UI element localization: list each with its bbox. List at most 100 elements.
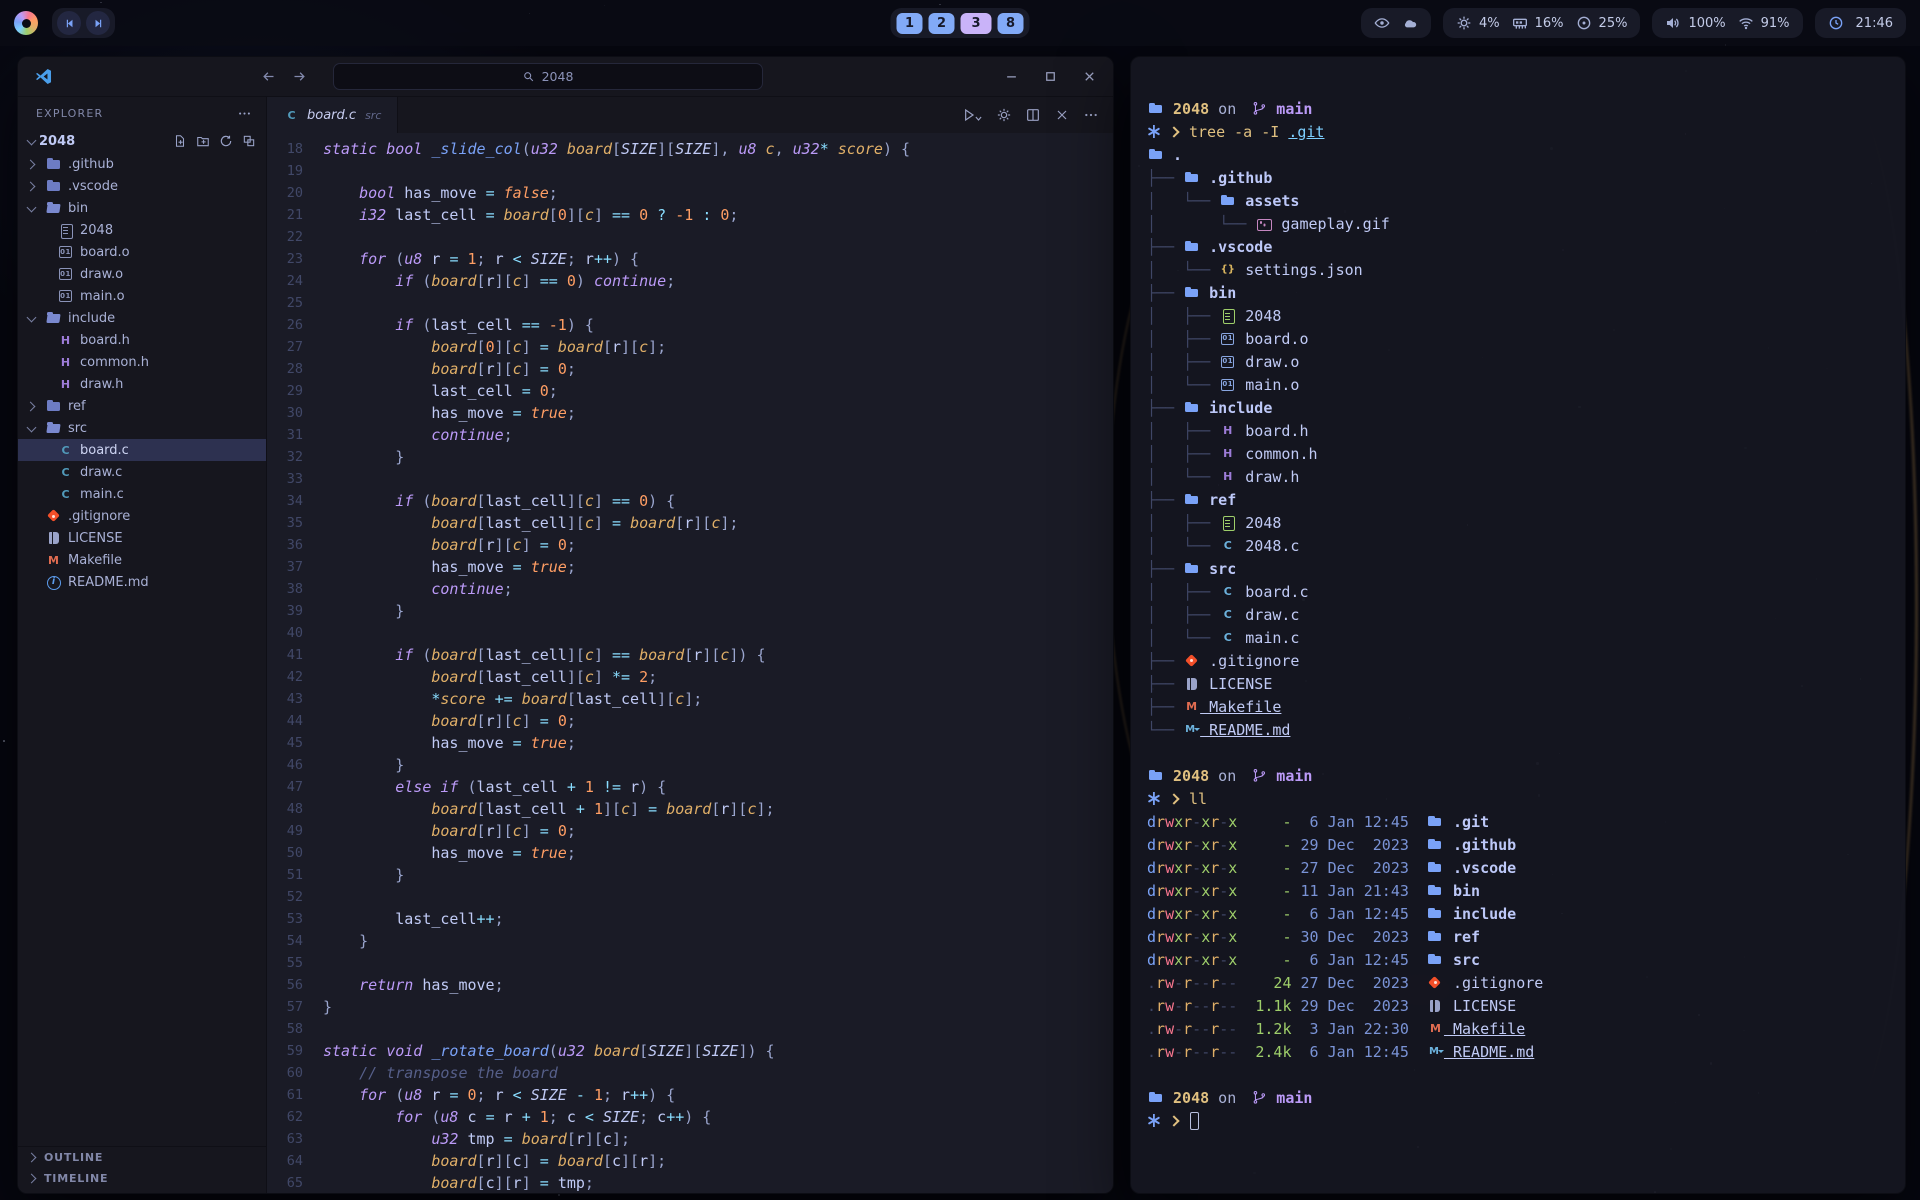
workspace-8[interactable]: 8 xyxy=(998,13,1024,34)
code-line-55: 55 xyxy=(267,952,1113,974)
file-tree-item-main-c[interactable]: main.c xyxy=(18,483,266,505)
file-tree-item-include[interactable]: include xyxy=(18,307,266,329)
file-name: .git xyxy=(1444,813,1489,831)
folder-icon xyxy=(1147,1090,1164,1106)
chevron-down-icon xyxy=(24,134,39,149)
close-button[interactable] xyxy=(1082,69,1097,84)
weather-widget[interactable] xyxy=(1361,8,1431,38)
tab-board-c[interactable]: board.c src xyxy=(267,97,398,133)
folder-icon xyxy=(1427,814,1444,830)
folder-icon xyxy=(1427,952,1444,968)
file-tree-item-board-h[interactable]: board.h xyxy=(18,329,266,351)
topbar-left xyxy=(14,8,115,38)
run-file-button[interactable] xyxy=(961,107,983,123)
code-line-28: 28 board[r][c] = 0; xyxy=(267,358,1113,380)
media-prev-button[interactable] xyxy=(57,11,81,35)
file-list-row: .rw-r--r-- 1.2k 3 Jan 22:30 Makefile xyxy=(1147,1017,1889,1040)
terminal-window[interactable]: 2048 on maintree -a -I .git .├── .github… xyxy=(1130,56,1906,1194)
tree-entry: │ └── assets xyxy=(1147,189,1889,212)
file-permissions: .rw-r--r-- xyxy=(1147,997,1237,1015)
file-tree-item-bin[interactable]: bin xyxy=(18,197,266,219)
file-tree-item-readme-md[interactable]: README.md xyxy=(18,571,266,593)
navigate-back-button[interactable] xyxy=(261,69,276,84)
tree-connector: └── xyxy=(1147,721,1183,739)
file-tree-item-main-o[interactable]: main.o xyxy=(18,285,266,307)
terminal-cursor[interactable] xyxy=(1190,1112,1199,1130)
minimize-button[interactable] xyxy=(1004,69,1019,84)
chevron-spacer xyxy=(24,531,39,546)
clock-widget[interactable]: 21:46 xyxy=(1815,8,1906,38)
file-tree-item-src[interactable]: src xyxy=(18,417,266,439)
explorer-more-icon[interactable] xyxy=(237,106,252,121)
file-label: .github xyxy=(68,157,114,172)
code-line-19: 19 xyxy=(267,160,1113,182)
navigate-forward-button[interactable] xyxy=(292,69,307,84)
chevron-spacer xyxy=(36,223,51,238)
file-tree-item-board-c[interactable]: board.c xyxy=(18,439,266,461)
workspace-1[interactable]: 1 xyxy=(897,13,923,34)
tree-entry-name: 2048 xyxy=(1236,307,1281,325)
code-text: board[c][r] = tmp; xyxy=(323,1174,594,1192)
code-line-35: 35 board[last_cell][c] = board[r][c]; xyxy=(267,512,1113,534)
system-stats[interactable]: 4% 16% 25% xyxy=(1443,8,1640,38)
file-tree-item-makefile[interactable]: Makefile xyxy=(18,549,266,571)
collapse-folders-button[interactable] xyxy=(242,134,256,148)
c-icon xyxy=(1219,630,1236,646)
disk-icon xyxy=(1576,15,1592,31)
new-file-button[interactable] xyxy=(173,134,187,148)
workspace-3[interactable]: 3 xyxy=(961,13,992,34)
system-logo-icon[interactable] xyxy=(14,11,38,35)
timeline-section[interactable]: TIMELINE xyxy=(18,1168,266,1189)
binary-icon xyxy=(1219,354,1236,370)
tree-entry-name: LICENSE xyxy=(1200,675,1272,693)
refresh-explorer-button[interactable] xyxy=(219,134,233,148)
chevron-spacer xyxy=(36,267,51,282)
file-tree-item-license[interactable]: LICENSE xyxy=(18,527,266,549)
media-prev-icon xyxy=(63,17,76,30)
maximize-button[interactable] xyxy=(1043,69,1058,84)
tree-entry: │ ├── 2048 xyxy=(1147,511,1889,534)
prompt-arrow-icon xyxy=(1168,126,1179,137)
audio-network-widget[interactable]: 100% 91% xyxy=(1652,8,1802,38)
tree-entry: │ └── gameplay.gif xyxy=(1147,212,1889,235)
file-tree-item-ref[interactable]: ref xyxy=(18,395,266,417)
code-editor[interactable]: 18static bool _slide_col(u32 board[SIZE]… xyxy=(267,133,1113,1193)
media-controls xyxy=(52,8,115,38)
file-tree-item--gitignore[interactable]: .gitignore xyxy=(18,505,266,527)
file-list-row: .rw-r--r-- 24 27 Dec 2023 .gitignore xyxy=(1147,971,1889,994)
split-editor-button[interactable] xyxy=(1025,107,1041,123)
code-text: has_move = true; xyxy=(323,734,576,752)
chevron-down-icon xyxy=(24,421,39,436)
workspace-2[interactable]: 2 xyxy=(929,13,955,34)
tree-entry-name: . xyxy=(1164,146,1182,164)
vscode-logo-icon[interactable] xyxy=(34,67,53,86)
folder-icon xyxy=(45,156,62,172)
file-tree-item--github[interactable]: .github xyxy=(18,153,266,175)
file-tree-item-board-o[interactable]: board.o xyxy=(18,241,266,263)
file-tree-item-draw-h[interactable]: draw.h xyxy=(18,373,266,395)
new-folder-button[interactable] xyxy=(196,134,210,148)
vscode-titlebar[interactable]: 2048 xyxy=(18,57,1113,97)
tree-entry-name: draw.h xyxy=(1236,468,1299,486)
editor-actions xyxy=(961,97,1113,133)
json-icon xyxy=(1219,262,1236,278)
file-tree-item-common-h[interactable]: common.h xyxy=(18,351,266,373)
file-tree-item-2048[interactable]: 2048 xyxy=(18,219,266,241)
project-root-folder[interactable]: 2048 xyxy=(18,129,266,153)
command-center-search[interactable]: 2048 xyxy=(333,63,763,90)
line-number: 21 xyxy=(267,207,323,223)
outline-section[interactable]: OUTLINE xyxy=(18,1147,266,1168)
tree-entry-name: include xyxy=(1200,399,1272,417)
editor-settings-button[interactable] xyxy=(996,107,1012,123)
close-editor-button[interactable] xyxy=(1054,107,1070,123)
folder-icon xyxy=(1147,768,1164,784)
prompt-separator: on xyxy=(1209,767,1245,785)
file-tree-item-draw-c[interactable]: draw.c xyxy=(18,461,266,483)
code-line-49: 49 board[r][c] = 0; xyxy=(267,820,1113,842)
command-text: tree xyxy=(1189,123,1225,141)
more-actions-button[interactable] xyxy=(1083,107,1099,123)
file-tree-item--vscode[interactable]: .vscode xyxy=(18,175,266,197)
tree-connector: │ └── xyxy=(1147,629,1219,647)
file-tree-item-draw-o[interactable]: draw.o xyxy=(18,263,266,285)
media-next-button[interactable] xyxy=(86,11,110,35)
